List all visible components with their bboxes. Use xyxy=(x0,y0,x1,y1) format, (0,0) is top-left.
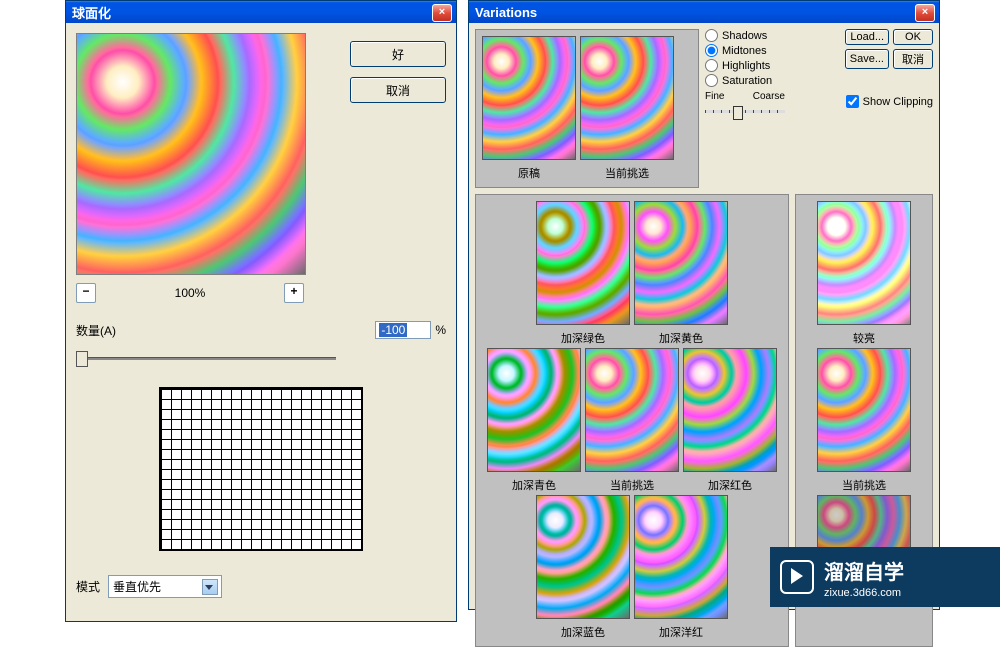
radio-highlights[interactable]: Highlights xyxy=(705,59,831,72)
spherize-title: 球面化 xyxy=(72,3,111,22)
spherize-body: − 100% + 好 取消 数量(A) -100 % 模式 xyxy=(66,23,456,608)
thumb-more-magenta[interactable] xyxy=(634,495,728,619)
mode-label: 模式 xyxy=(76,578,100,595)
show-clipping-checkbox[interactable]: Show Clipping xyxy=(846,95,933,108)
radio-midtones[interactable]: Midtones xyxy=(705,44,831,57)
fine-coarse-slider[interactable] xyxy=(705,102,785,120)
amount-slider[interactable] xyxy=(76,349,336,367)
spherize-preview xyxy=(76,33,306,275)
ok-button[interactable]: 好 xyxy=(350,41,446,67)
thumb-more-green[interactable] xyxy=(536,201,630,325)
label-current-top: 当前挑选 xyxy=(580,163,674,181)
color-thumbs-panel: 加深绿色 加深黄色 加深青色 当前挑选 加深红色 加深蓝色 加深洋红 xyxy=(475,194,789,647)
zoom-out-button[interactable]: − xyxy=(76,283,96,303)
top-thumbs-panel: 原稿 当前挑选 xyxy=(475,29,699,188)
coarse-label: Coarse xyxy=(753,91,785,102)
label-original: 原稿 xyxy=(482,163,576,181)
watermark-url: zixue.3d66.com xyxy=(824,587,904,599)
thumb-more-cyan[interactable] xyxy=(487,348,581,472)
zoom-level: 100% xyxy=(175,286,206,300)
variations-title: Variations xyxy=(475,5,537,20)
save-button[interactable]: Save... xyxy=(845,49,889,69)
distortion-grid xyxy=(159,387,363,551)
variations-titlebar: Variations × xyxy=(469,1,939,23)
load-button[interactable]: Load... xyxy=(845,29,889,45)
thumb-more-blue[interactable] xyxy=(536,495,630,619)
watermark-title: 溜溜自学 xyxy=(824,556,904,585)
spherize-titlebar: 球面化 × xyxy=(66,1,456,23)
slider-knob[interactable] xyxy=(733,106,743,120)
spherize-dialog: 球面化 × − 100% + 好 取消 数量(A) xyxy=(65,0,457,622)
play-icon xyxy=(780,560,814,594)
zoom-in-button[interactable]: + xyxy=(284,283,304,303)
options-panel: Shadows Midtones Highlights Saturation F… xyxy=(705,29,933,188)
variations-dialog: Variations × 原稿 当前挑选 Shado xyxy=(468,0,940,610)
thumb-current-pick[interactable] xyxy=(585,348,679,472)
preview-image xyxy=(77,34,305,274)
radio-saturation[interactable]: Saturation xyxy=(705,74,831,87)
amount-input[interactable]: -100 xyxy=(375,321,431,339)
close-icon[interactable]: × xyxy=(915,4,935,22)
slider-thumb[interactable] xyxy=(76,351,88,367)
thumb-current-pick-top[interactable] xyxy=(580,36,674,160)
cancel-button[interactable]: 取消 xyxy=(350,77,446,103)
thumb-original[interactable] xyxy=(482,36,576,160)
mode-select[interactable]: 垂直优先 xyxy=(108,575,222,598)
thumb-more-yellow[interactable] xyxy=(634,201,728,325)
amount-suffix: % xyxy=(435,323,446,337)
radio-shadows[interactable]: Shadows xyxy=(705,29,831,42)
watermark: 溜溜自学 zixue.3d66.com xyxy=(770,547,1000,607)
fine-label: Fine xyxy=(705,91,724,102)
amount-label: 数量(A) xyxy=(76,322,116,339)
thumb-lighter[interactable] xyxy=(817,201,911,325)
cancel-button[interactable]: 取消 xyxy=(893,49,933,69)
ok-button[interactable]: OK xyxy=(893,29,933,45)
thumb-current-side[interactable] xyxy=(817,348,911,472)
close-icon[interactable]: × xyxy=(432,4,452,22)
thumb-more-red[interactable] xyxy=(683,348,777,472)
